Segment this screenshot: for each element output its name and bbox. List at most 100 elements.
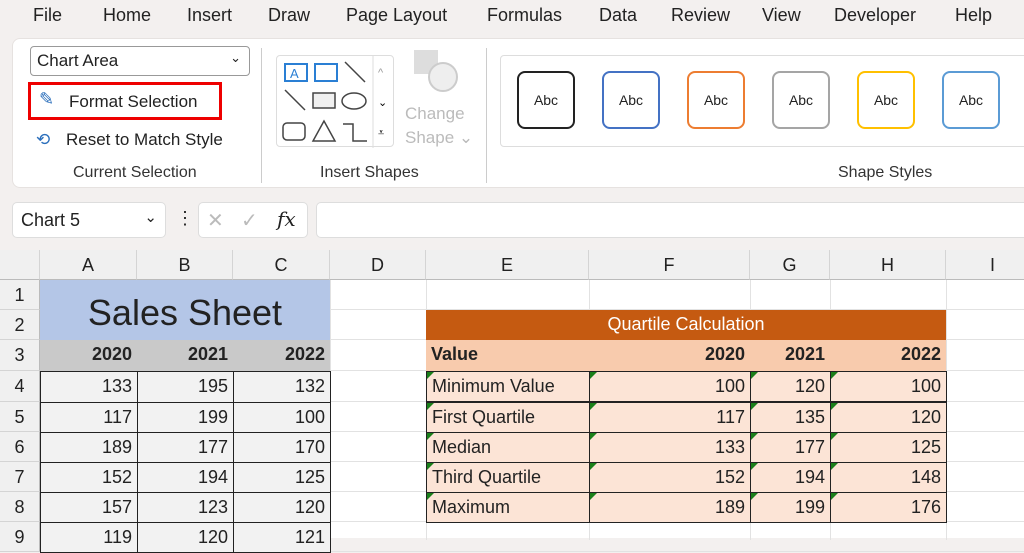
menu-formulas[interactable]: Formulas bbox=[487, 5, 562, 26]
sales-header[interactable]: 2022 bbox=[233, 340, 330, 371]
sales-cell[interactable]: 100 bbox=[233, 402, 331, 433]
quartile-cell[interactable]: Median bbox=[426, 432, 590, 463]
shape-style-4[interactable]: Abc bbox=[772, 71, 830, 129]
quartile-cell[interactable]: 148 bbox=[830, 462, 947, 493]
column-header-F[interactable]: F bbox=[589, 250, 750, 280]
sales-sheet-title[interactable]: Sales Sheet bbox=[40, 280, 330, 340]
row-header-4[interactable]: 4 bbox=[0, 371, 40, 402]
chart-element-dropdown[interactable]: Chart Area ⌄ bbox=[30, 46, 250, 76]
quartile-cell[interactable]: 135 bbox=[750, 402, 831, 433]
sales-cell[interactable]: 125 bbox=[233, 462, 331, 493]
shapes-gallery[interactable]: A ^ ⌄ ⩡ bbox=[276, 55, 394, 148]
row-header-5[interactable]: 5 bbox=[0, 402, 40, 432]
shape-style-1[interactable]: Abc bbox=[517, 71, 575, 129]
menu-page-layout[interactable]: Page Layout bbox=[346, 5, 447, 26]
column-header-C[interactable]: C bbox=[233, 250, 330, 280]
quartile-cell[interactable]: 120 bbox=[830, 402, 947, 433]
error-indicator-icon bbox=[751, 493, 758, 500]
sales-cell[interactable]: 177 bbox=[137, 432, 234, 463]
sales-header[interactable]: 2020 bbox=[40, 340, 137, 371]
error-indicator-icon bbox=[590, 403, 597, 410]
menu-review[interactable]: Review bbox=[671, 5, 730, 26]
sales-cell[interactable]: 133 bbox=[40, 371, 138, 403]
shape-style-2[interactable]: Abc bbox=[602, 71, 660, 129]
row-header-6[interactable]: 6 bbox=[0, 432, 40, 462]
cell-value: 100 bbox=[714, 376, 745, 396]
sales-cell[interactable]: 117 bbox=[40, 402, 138, 433]
sales-cell[interactable]: 189 bbox=[40, 432, 138, 463]
insert-function-icon[interactable]: fx bbox=[277, 207, 296, 231]
quartile-cell[interactable]: 120 bbox=[750, 371, 831, 402]
quartile-cell[interactable]: 133 bbox=[589, 432, 751, 463]
reset-to-match-style-button[interactable]: Reset to Match Style bbox=[66, 130, 223, 150]
quartile-cell[interactable]: 100 bbox=[589, 371, 751, 402]
cell-value: 177 bbox=[794, 437, 825, 457]
divider bbox=[486, 48, 487, 183]
cell-value: 189 bbox=[714, 497, 745, 517]
column-header-H[interactable]: H bbox=[830, 250, 946, 280]
sales-cell[interactable]: 194 bbox=[137, 462, 234, 493]
quartile-cell[interactable]: 152 bbox=[589, 462, 751, 493]
shape-style-3[interactable]: Abc bbox=[687, 71, 745, 129]
quartile-cell[interactable]: 117 bbox=[589, 402, 751, 433]
sales-cell[interactable]: 152 bbox=[40, 462, 138, 493]
formula-input[interactable] bbox=[316, 202, 1024, 238]
chevron-down-icon: ⌄ bbox=[144, 209, 157, 226]
shape-style-6[interactable]: Abc bbox=[942, 71, 1000, 129]
quartile-cell[interactable]: 199 bbox=[750, 492, 831, 523]
select-all-corner[interactable] bbox=[0, 250, 40, 280]
menu-help[interactable]: Help bbox=[955, 5, 992, 26]
menu-developer[interactable]: Developer bbox=[834, 5, 916, 26]
quartile-cell[interactable]: 177 bbox=[750, 432, 831, 463]
column-header-D[interactable]: D bbox=[330, 250, 426, 280]
sales-cell[interactable]: 123 bbox=[137, 492, 234, 523]
row-header-2[interactable]: 2 bbox=[0, 310, 40, 340]
menu-insert[interactable]: Insert bbox=[187, 5, 232, 26]
column-header-G[interactable]: G bbox=[750, 250, 830, 280]
error-indicator-icon bbox=[831, 403, 838, 410]
enter-icon[interactable]: ✓ bbox=[241, 208, 258, 233]
row-header-9[interactable]: 9 bbox=[0, 522, 40, 552]
row-header-1[interactable]: 1 bbox=[0, 280, 40, 310]
row-header-7[interactable]: 7 bbox=[0, 462, 40, 492]
change-shape-button[interactable]: Change Shape ⌄ bbox=[405, 102, 473, 150]
quartile-cell[interactable]: Minimum Value bbox=[426, 371, 590, 402]
sales-header[interactable]: 2021 bbox=[137, 340, 233, 371]
menu-view[interactable]: View bbox=[762, 5, 801, 26]
name-box[interactable]: Chart 5 ⌄ bbox=[12, 202, 166, 238]
menu-draw[interactable]: Draw bbox=[268, 5, 310, 26]
sales-cell[interactable]: 157 bbox=[40, 492, 138, 523]
cancel-icon[interactable]: ✕ bbox=[207, 208, 224, 233]
shape-style-5[interactable]: Abc bbox=[857, 71, 915, 129]
menu-home[interactable]: Home bbox=[103, 5, 151, 26]
sales-cell[interactable]: 132 bbox=[233, 371, 331, 403]
column-header-A[interactable]: A bbox=[40, 250, 137, 280]
row-header-8[interactable]: 8 bbox=[0, 492, 40, 522]
sales-cell[interactable]: 199 bbox=[137, 402, 234, 433]
quartile-cell[interactable]: First Quartile bbox=[426, 402, 590, 433]
quartile-header[interactable]: Value bbox=[426, 340, 589, 371]
sales-cell[interactable]: 195 bbox=[137, 371, 234, 403]
quartile-cell[interactable]: Maximum bbox=[426, 492, 590, 523]
menu-file[interactable]: File bbox=[33, 5, 62, 26]
quartile-title[interactable]: Quartile Calculation bbox=[426, 310, 946, 340]
quartile-header[interactable]: 2021 bbox=[750, 340, 830, 371]
sales-cell[interactable]: 120 bbox=[233, 492, 331, 523]
quartile-cell[interactable]: 189 bbox=[589, 492, 751, 523]
quartile-cell[interactable]: 125 bbox=[830, 432, 947, 463]
more-options-icon[interactable]: ⋮ bbox=[176, 208, 194, 229]
column-header-E[interactable]: E bbox=[426, 250, 589, 280]
column-header-B[interactable]: B bbox=[137, 250, 233, 280]
format-selection-button[interactable]: ✎ Format Selection bbox=[28, 82, 222, 120]
quartile-header[interactable]: 2022 bbox=[830, 340, 946, 371]
shape-icons: A ^ ⌄ ⩡ bbox=[282, 56, 387, 148]
menu-data[interactable]: Data bbox=[599, 5, 637, 26]
row-header-3[interactable]: 3 bbox=[0, 340, 40, 371]
quartile-cell[interactable]: 194 bbox=[750, 462, 831, 493]
sales-cell[interactable]: 170 bbox=[233, 432, 331, 463]
quartile-cell[interactable]: 176 bbox=[830, 492, 947, 523]
column-header-I[interactable]: I bbox=[946, 250, 1024, 280]
quartile-cell[interactable]: Third Quartile bbox=[426, 462, 590, 493]
quartile-header[interactable]: 2020 bbox=[589, 340, 750, 371]
quartile-cell[interactable]: 100 bbox=[830, 371, 947, 402]
